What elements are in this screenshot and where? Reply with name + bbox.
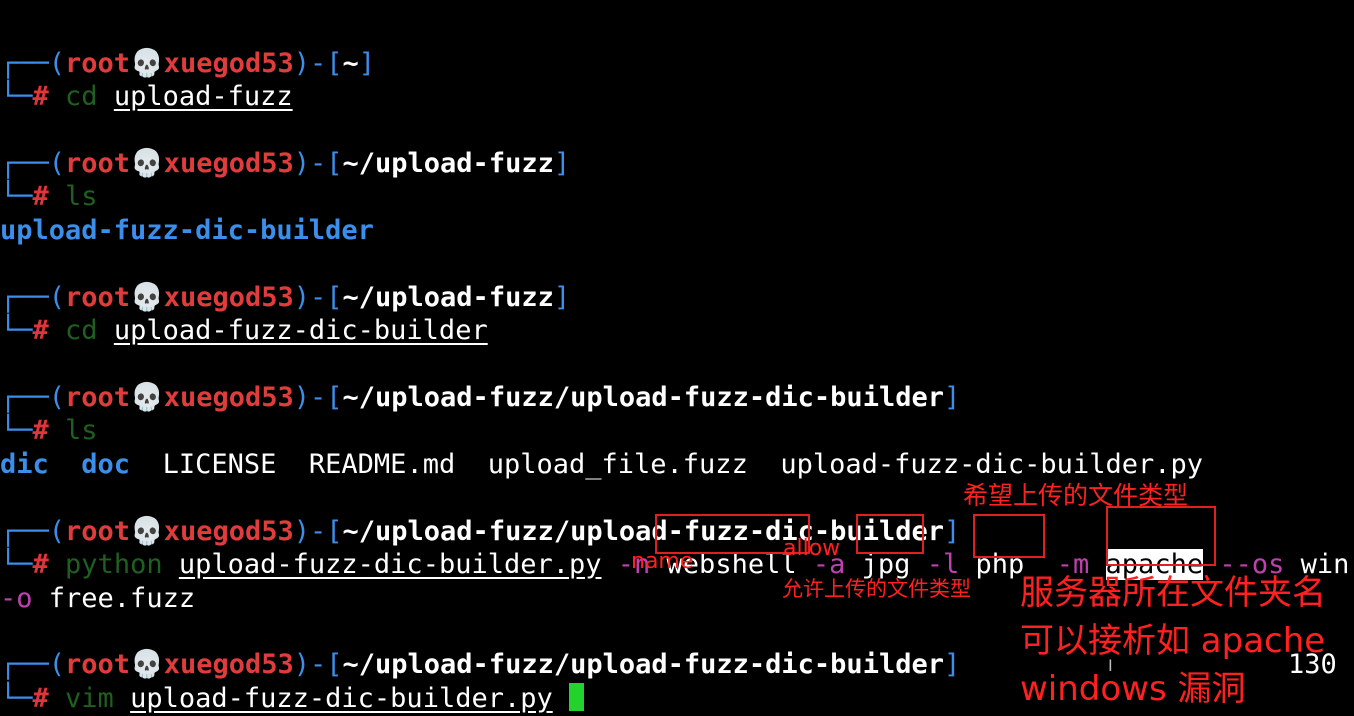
command: cd	[65, 81, 98, 112]
terminal-cursor[interactable]	[569, 683, 584, 711]
command-line-4: └─# ls	[0, 380, 98, 446]
command-arg: upload-fuzz-dic-builder.py	[178, 549, 602, 580]
prompt-path: ~	[342, 48, 359, 79]
prompt-bracket: )-[	[293, 148, 343, 179]
prompt-line-3: ┌──(root💀xuegod53)-[~/upload-fuzz]	[0, 247, 570, 313]
option-value: free.fuzz	[48, 583, 196, 614]
ls-file-entry: LICENSE	[162, 449, 277, 480]
ls-file-entry: upload_file.fuzz	[487, 449, 748, 480]
command-line-5-wrap: -o free.fuzz	[0, 548, 195, 614]
ls-file-entry: README.md	[308, 449, 456, 480]
prompt-line-5: ┌──(root💀xuegod53)-[~/upload-fuzz/upload…	[0, 481, 960, 547]
prompt-bracket: ]	[943, 382, 961, 413]
prompt-host: xuegod53	[163, 148, 294, 179]
annotation-allowed-type: 允许上传的文件类型	[782, 577, 971, 601]
annotation-hope-type: 希望上传的文件类型	[963, 481, 1189, 510]
prompt-hash: #	[32, 81, 49, 112]
ls-dir-entry: upload-fuzz-dic-builder	[0, 215, 374, 246]
annotation-server-folder: 服务器所在文件夹名	[1020, 573, 1326, 613]
prompt-bracket: )-[	[293, 382, 343, 413]
text-cursor-icon: I	[1108, 656, 1113, 675]
command-line-2: └─# ls	[0, 146, 98, 212]
output-line-4: dic doc LICENSE README.md upload_file.fu…	[0, 414, 1203, 480]
command: vim	[65, 683, 114, 714]
command-line-6[interactable]: └─# vim upload-fuzz-dic-builder.py	[0, 648, 584, 714]
prompt-corner: └─	[0, 683, 33, 714]
prompt-bracket: ]	[943, 649, 961, 680]
prompt-corner: └─	[0, 81, 33, 112]
prompt-hash: #	[32, 683, 49, 714]
prompt-bracket: ]	[553, 282, 571, 313]
prompt-line-6: ┌──(root💀xuegod53)-[~/upload-fuzz/upload…	[0, 614, 960, 680]
skull-icon: 💀	[130, 148, 164, 179]
annotation-box-server	[1106, 506, 1216, 566]
ls-dir-entry: doc	[81, 449, 131, 480]
prompt-bracket: ]	[553, 148, 571, 179]
skull-icon: 💀	[130, 382, 164, 413]
prompt-corner: └─	[0, 315, 33, 346]
command-arg: upload-fuzz-dic-builder	[113, 315, 488, 346]
command-line-3: └─# cd upload-fuzz-dic-builder	[0, 280, 488, 346]
annotation-box-lang	[973, 514, 1045, 558]
command-line-1: └─# cd upload-fuzz	[0, 46, 293, 112]
annotation-allow: allow	[783, 536, 841, 561]
prompt-path: ~/upload-fuzz/upload-fuzz-dic-builder	[342, 382, 944, 413]
ls-dir-entry: dic	[0, 449, 49, 480]
prompt-line-2: ┌──(root💀xuegod53)-[~/upload-fuzz]	[0, 113, 570, 179]
prompt-line-4: ┌──(root💀xuegod53)-[~/upload-fuzz/upload…	[0, 347, 960, 413]
prompt-host: xuegod53	[163, 382, 294, 413]
prompt-line-1: ┌──(root💀xuegod53)-[~]	[0, 13, 375, 79]
annotation-box-allow	[856, 514, 924, 554]
command: cd	[65, 315, 98, 346]
prompt-bracket: )-[	[293, 48, 343, 79]
prompt-hash: #	[32, 315, 49, 346]
output-line-2: upload-fuzz-dic-builder	[0, 180, 374, 246]
annotation-name: name	[631, 549, 694, 574]
prompt-bracket: ]	[358, 48, 376, 79]
option-flag: -o	[0, 583, 33, 614]
command-arg: upload-fuzz-dic-builder.py	[130, 683, 553, 714]
annotation-parse: 可以接析如 apache	[1020, 621, 1326, 661]
prompt-path: ~/upload-fuzz	[342, 148, 554, 179]
command-arg: upload-fuzz	[113, 81, 293, 112]
